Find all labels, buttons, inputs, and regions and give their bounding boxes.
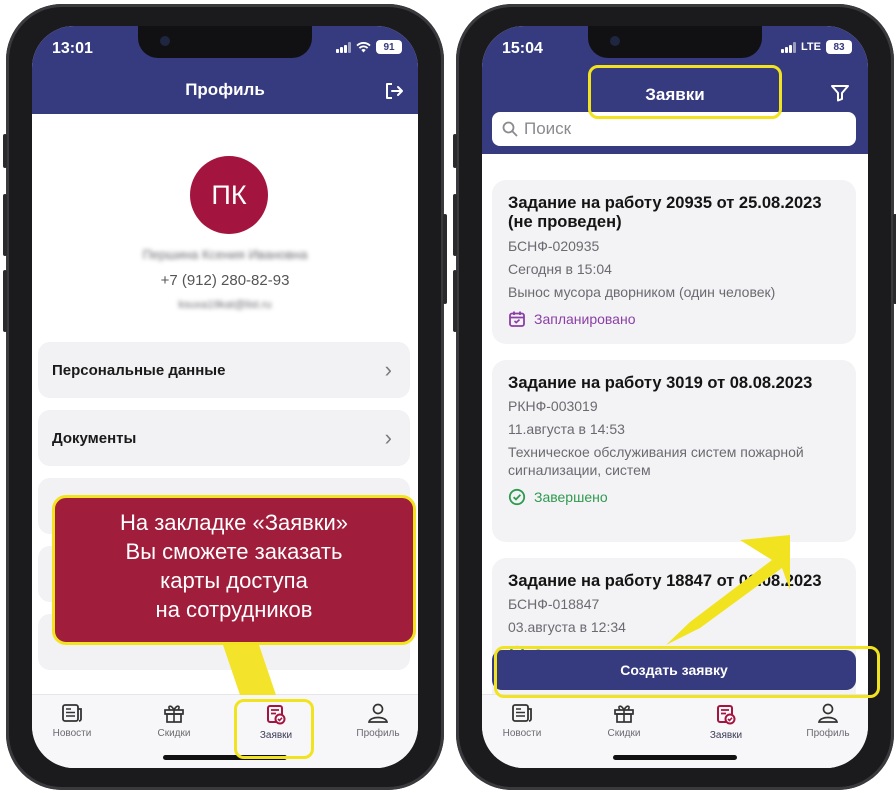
- status-badge: Запланировано: [508, 310, 840, 328]
- signal-icon: [781, 41, 797, 53]
- tab-profile[interactable]: Профиль: [338, 703, 418, 739]
- tab-discounts[interactable]: Скидки: [584, 703, 664, 739]
- network-type: LTE: [801, 41, 821, 53]
- tab-label: Скидки: [607, 728, 641, 739]
- home-indicator: [163, 755, 287, 760]
- callout-line: Вы сможете заказать: [125, 539, 343, 565]
- tab-news[interactable]: Новости: [482, 703, 562, 739]
- tab-label: Заявки: [259, 730, 293, 741]
- status-badge: Завершено: [508, 488, 840, 506]
- user-name: Першина Ксения Ивановна: [142, 247, 308, 262]
- create-order-button[interactable]: Создать заявку: [492, 650, 856, 690]
- check-circle-icon: [508, 488, 526, 506]
- user-icon: [817, 703, 839, 723]
- order-card[interactable]: Задание на работу 20935 от 25.08.2023 (н…: [492, 180, 856, 344]
- battery-indicator: 83: [826, 40, 852, 54]
- tab-label: Новости: [502, 728, 542, 739]
- orders-screen: 15:04 LTE 83 Заявки Поиск Задание на раб…: [482, 26, 868, 768]
- page-title: Заявки: [645, 85, 705, 104]
- order-date: 03.августа в 12:34: [508, 619, 626, 636]
- tab-label: Профиль: [356, 728, 400, 739]
- calendar-icon: [509, 311, 525, 327]
- tab-orders[interactable]: Заявки: [236, 703, 316, 741]
- side-button: [443, 214, 447, 304]
- news-icon: [62, 704, 82, 722]
- status-icons: LTE 83: [781, 40, 852, 54]
- status-time: 13:01: [52, 40, 93, 57]
- orders-list: Задание на работу 20935 от 25.08.2023 (н…: [482, 154, 868, 694]
- avatar: ПК: [190, 156, 268, 234]
- callout-line: На закладке «Заявки»: [119, 510, 349, 535]
- camera: [160, 36, 170, 46]
- instruction-callout: На закладке «Заявки» Вы сможете заказать…: [52, 495, 416, 645]
- chevron-right-icon: ›: [384, 357, 392, 382]
- tab-label: Новости: [52, 728, 92, 739]
- status-label: Завершено: [534, 489, 608, 506]
- tab-profile[interactable]: Профиль: [788, 703, 868, 739]
- filter-icon[interactable]: [830, 84, 850, 102]
- menu-label: Документы: [52, 429, 137, 447]
- profile-screen: 13:01 91 Профиль ПК Першина Ксения Ивано…: [32, 26, 418, 768]
- search-input[interactable]: Поиск: [492, 112, 856, 146]
- user-phone: +7 (912) 280-82-93: [160, 272, 290, 289]
- order-code: БСНФ-020935: [508, 237, 600, 254]
- side-button: [453, 270, 457, 332]
- logout-icon[interactable]: [384, 82, 404, 100]
- tab-news[interactable]: Новости: [32, 703, 112, 739]
- order-title: Задание на работу 20935 от 25.08.2023 (н…: [508, 194, 822, 232]
- status-icons: 91: [336, 40, 402, 54]
- user-icon: [367, 703, 389, 723]
- tab-label: Заявки: [709, 730, 743, 741]
- phone-profile: 13:01 91 Профиль ПК Першина Ксения Ивано…: [3, 4, 447, 790]
- side-button: [453, 194, 457, 256]
- bottom-tab-bar: Новости Скидки Заявки Профиль: [482, 694, 868, 768]
- tab-label: Скидки: [157, 728, 191, 739]
- side-button: [3, 194, 7, 256]
- order-card[interactable]: Задание на работу 3019 от 08.08.2023 РКН…: [492, 360, 856, 542]
- side-button: [453, 134, 457, 168]
- gift-icon: [614, 705, 634, 723]
- news-icon: [512, 704, 532, 722]
- notch: [138, 26, 312, 58]
- bottom-tab-bar: Новости Скидки Заявки Профиль: [32, 694, 418, 768]
- order-date: 11.августа в 14:53: [508, 421, 625, 438]
- chevron-right-icon: ›: [384, 425, 392, 450]
- side-button: [3, 270, 7, 332]
- tab-orders[interactable]: Заявки: [686, 703, 766, 741]
- battery-indicator: 91: [376, 40, 402, 54]
- instruction-composite: 13:01 91 Профиль ПК Першина Ксения Ивано…: [0, 0, 896, 793]
- order-title: Задание на работу 3019 от 08.08.2023: [508, 374, 813, 392]
- home-indicator: [613, 755, 737, 760]
- order-code: РКНФ-003019: [508, 398, 598, 415]
- user-email: ksuxa19kat@list.ru: [178, 299, 272, 311]
- menu-documents[interactable]: Документы ›: [38, 410, 410, 466]
- order-description: Вынос мусора дворником (один человек): [508, 283, 776, 300]
- wifi-icon: [356, 41, 371, 52]
- menu-label: Персональные данные: [52, 361, 226, 379]
- order-title: Задание на работу 18847 от 02.08.2023: [508, 572, 822, 590]
- gift-icon: [164, 705, 184, 723]
- notch: [588, 26, 762, 58]
- camera: [610, 36, 620, 46]
- side-button: [3, 134, 7, 168]
- menu-personal-data[interactable]: Персональные данные ›: [38, 342, 410, 398]
- signal-icon: [336, 41, 351, 53]
- status-label: Запланировано: [534, 310, 636, 327]
- orders-icon: [717, 705, 736, 725]
- callout-line: на сотрудников: [155, 597, 313, 623]
- orders-icon: [267, 705, 286, 725]
- search-placeholder: Поиск: [524, 119, 572, 138]
- order-code: БСНФ-018847: [508, 596, 600, 613]
- phone-orders: 15:04 LTE 83 Заявки Поиск Задание на раб…: [453, 4, 896, 790]
- tab-label: Профиль: [806, 728, 850, 739]
- callout-line: карты доступа: [160, 568, 308, 594]
- tab-discounts[interactable]: Скидки: [134, 703, 214, 739]
- page-title: Профиль: [185, 80, 265, 99]
- status-time: 15:04: [502, 40, 543, 57]
- order-description: Техническое обслуживания систем пожарной…: [508, 444, 804, 479]
- search-icon: [502, 121, 518, 137]
- order-date: Сегодня в 15:04: [508, 260, 612, 277]
